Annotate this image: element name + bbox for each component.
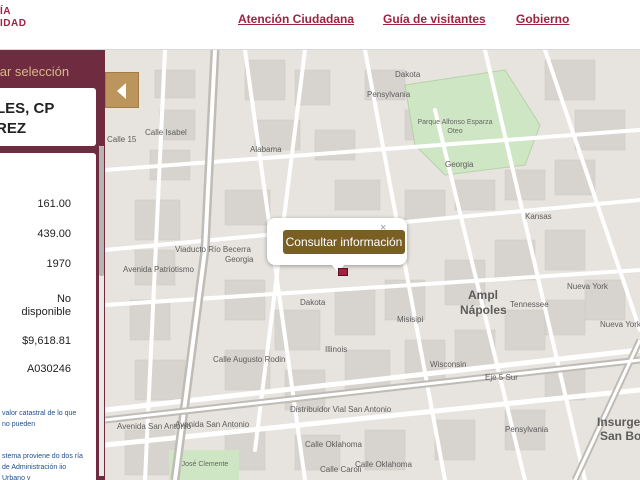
area-label: Insurgen	[597, 415, 640, 429]
street-label: Calle Oklahoma	[355, 460, 412, 469]
street-label: Distribuidor Vial San Antonio	[290, 405, 392, 414]
info-sidebar: ultar selección LES, CP REZ 161.00 439.0…	[0, 50, 105, 480]
street-label: Pensylvania	[367, 90, 411, 99]
area-label: Nápoles	[460, 303, 507, 317]
note-source: stema proviene do dos ría de Administrac…	[2, 453, 83, 480]
street-label: Georgia	[225, 255, 254, 264]
sidebar-scrollbar-thumb[interactable]	[99, 146, 104, 276]
area-label: San Bo	[600, 429, 640, 443]
collapse-sidebar-button[interactable]	[105, 72, 139, 108]
street-label: Viaducto Río Becerra	[175, 245, 251, 254]
value-year: 1970	[46, 258, 71, 270]
street-label: Nueva York	[600, 320, 640, 329]
value-account: A030246	[26, 363, 71, 375]
street-label: Illinois	[325, 345, 348, 354]
street-label: Nueva York	[567, 282, 608, 291]
logo-line-2: IDAD	[0, 18, 27, 29]
consultar-informacion-button[interactable]: Consultar información	[283, 230, 405, 254]
address-line-1: LES, CP	[0, 100, 55, 117]
park-label: Parque Alfonso Esparza Oteo	[417, 119, 493, 135]
value-price: $9,618.81	[22, 335, 71, 347]
street-label: Calle Isabel	[145, 128, 187, 137]
value-availability: No disponible	[21, 293, 71, 318]
street-label: Calle 15	[107, 135, 137, 144]
address-box: LES, CP REZ	[0, 88, 96, 146]
nav-guia-visitantes[interactable]: Guía de visitantes	[383, 12, 486, 26]
street-label: Alabama	[250, 145, 282, 154]
property-marker[interactable]	[338, 268, 348, 276]
note-cadastral: valor catastral de lo que no pueden	[2, 410, 77, 428]
street-label: Kansas	[525, 212, 552, 221]
street-label: Calle Caroli	[320, 465, 362, 474]
address-line-2: REZ	[0, 120, 26, 137]
street-label: Eje 5 Sur	[485, 373, 518, 382]
map-view[interactable]: Calle Isabel Pensylvania Dakota Alabama …	[105, 50, 640, 480]
street-label: Wisconsin	[430, 360, 467, 369]
street-label: Pensylvania	[505, 425, 549, 434]
street-label: Misisipi	[397, 315, 424, 324]
street-label: Avenida San Antonio	[117, 422, 192, 431]
park-label: José Clemente	[181, 461, 229, 468]
value-land-area: 161.00	[37, 198, 71, 210]
nav-atencion-ciudadana[interactable]: Atención Ciudadana	[238, 12, 354, 26]
street-label: Avenida Patriotismo	[123, 265, 194, 274]
value-built-area: 439.00	[37, 228, 71, 240]
street-label: Dakota	[395, 70, 421, 79]
nav-gobierno[interactable]: Gobierno	[516, 12, 569, 26]
street-label: Dakota	[300, 298, 326, 307]
top-header: ÍA IDAD Atención Ciudadana Guía de visit…	[0, 0, 640, 50]
arrow-left-icon	[117, 83, 126, 99]
street-label: Calle Augusto Rodin	[213, 355, 286, 364]
street-label: Calle Oklahoma	[305, 440, 362, 449]
site-logo[interactable]: ÍA IDAD	[0, 6, 26, 30]
street-label: Georgia	[445, 160, 474, 169]
street-label: Tennessee	[510, 300, 549, 309]
area-label: Ampl	[468, 288, 498, 302]
logo-line-1: ÍA	[0, 6, 11, 17]
sidebar-title[interactable]: ultar selección	[0, 64, 69, 79]
property-info-panel: 161.00 439.00 1970 No disponible $9,618.…	[0, 153, 96, 480]
